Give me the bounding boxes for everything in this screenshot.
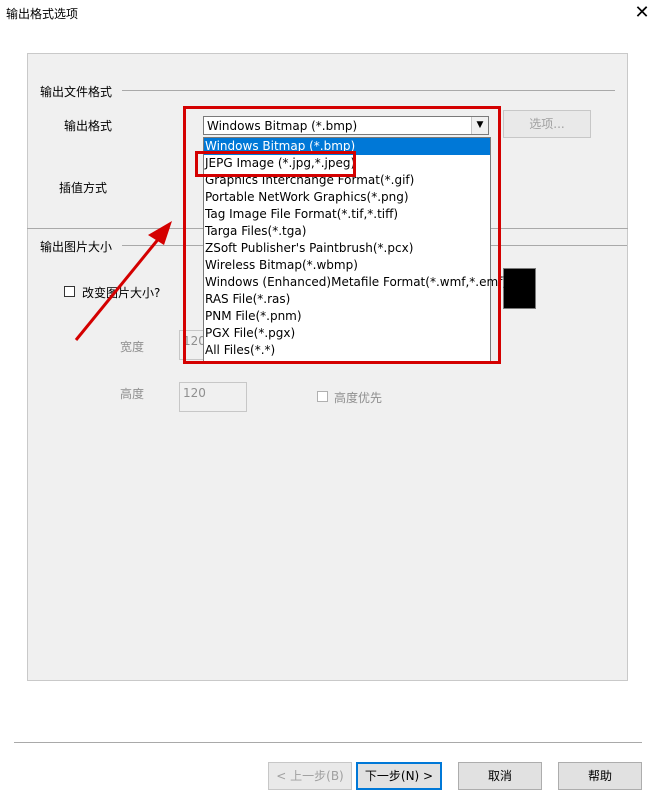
annotation-arrow-icon — [74, 221, 172, 341]
dialog-window: { "window": { "title": "输出格式选项", "close_… — [0, 0, 657, 805]
help-button[interactable]: 帮助 — [558, 762, 642, 790]
next-button[interactable]: 下一步(N) > — [356, 762, 442, 790]
back-button[interactable]: < 上一步(B) — [268, 762, 352, 790]
cancel-button[interactable]: 取消 — [458, 762, 542, 790]
footer-divider — [14, 742, 642, 743]
